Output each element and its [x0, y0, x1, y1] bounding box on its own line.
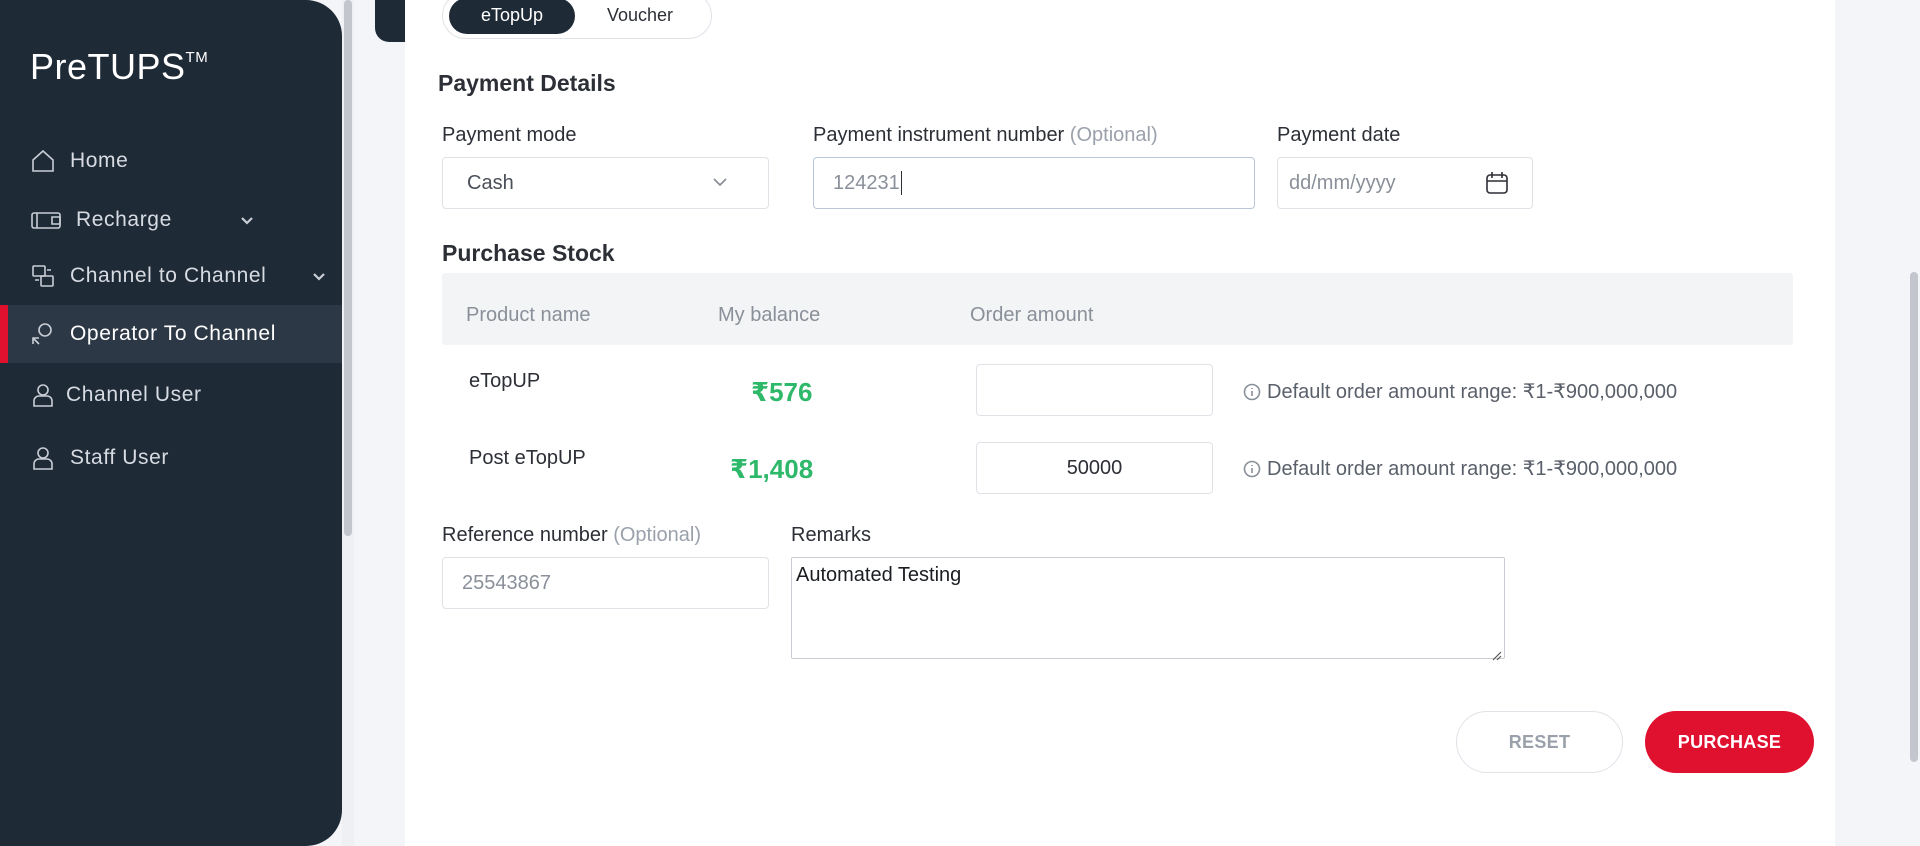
sidebar-item-label: Channel User — [66, 383, 202, 406]
user-icon — [28, 380, 58, 410]
order-amount-input[interactable] — [976, 364, 1213, 416]
user-icon — [28, 443, 58, 473]
reference-number-value: 25543867 — [462, 571, 551, 594]
sidebar-item-recharge[interactable]: Recharge — [0, 191, 342, 249]
wallet-icon — [28, 205, 64, 235]
info-icon — [1243, 383, 1261, 401]
product-balance: ₹576 — [751, 377, 813, 407]
payment-date-input[interactable]: dd/mm/yyyy — [1277, 157, 1533, 209]
sidebar-item-channel-to-channel[interactable]: Channel to Channel — [0, 247, 342, 305]
column-header-order-amount: Order amount — [970, 304, 1094, 326]
payment-mode-select[interactable]: Cash — [442, 157, 769, 209]
sidebar-item-channel-user[interactable]: Channel User — [0, 366, 342, 424]
logo-trademark: TM — [185, 49, 209, 66]
tab-etopup[interactable]: eTopUp — [449, 0, 575, 34]
product-name: Post eTopUP — [469, 447, 586, 469]
logo-text: PreTUPS — [30, 46, 186, 87]
payment-instrument-label: Payment instrument number (Optional) — [813, 124, 1158, 147]
optional-tag: (Optional) — [613, 524, 702, 546]
reference-number-label: Reference number (Optional) — [442, 524, 701, 547]
order-amount-input[interactable]: 50000 — [976, 442, 1213, 494]
optional-tag: (Optional) — [1069, 124, 1158, 146]
reference-number-input[interactable]: 25543867 — [442, 557, 769, 609]
order-amount-hint: Default order amount range: ₹1-₹900,000,… — [1243, 456, 1677, 481]
payment-instrument-input[interactable]: 124231 — [813, 157, 1255, 209]
payment-date-placeholder: dd/mm/yyyy — [1289, 171, 1396, 194]
home-icon — [28, 146, 58, 176]
chevron-down-icon — [710, 172, 730, 192]
remarks-textarea[interactable]: Automated Testing — [791, 557, 1505, 661]
sidebar-item-label: Channel to Channel — [70, 264, 267, 287]
sidebar-item-label: Home — [70, 149, 129, 172]
chevron-down-icon[interactable] — [238, 211, 256, 229]
calendar-icon[interactable] — [1484, 170, 1510, 196]
product-name: eTopUP — [469, 370, 541, 392]
sidebar-item-operator-to-channel[interactable]: Operator To Channel — [0, 305, 342, 363]
sidebar-item-label: Recharge — [76, 208, 172, 231]
payment-date-label: Payment date — [1277, 124, 1401, 146]
payment-instrument-label-text: Payment instrument number — [813, 124, 1065, 146]
column-header-product: Product name — [466, 304, 591, 326]
purchase-button[interactable]: PURCHASE — [1645, 711, 1814, 773]
sidebar-scrollbar-thumb[interactable] — [344, 0, 352, 536]
remarks-value: Automated Testing — [796, 564, 962, 586]
order-amount-hint: Default order amount range: ₹1-₹900,000,… — [1243, 379, 1677, 404]
product-balance: ₹1,408 — [730, 454, 814, 484]
sidebar: PreTUPSTM Home Recharge Channel to Chann… — [0, 0, 342, 846]
order-amount-hint-text: Default order amount range: ₹1-₹900,000,… — [1267, 381, 1678, 403]
info-icon — [1243, 460, 1261, 478]
payment-mode-label: Payment mode — [442, 124, 577, 146]
operator-icon — [28, 319, 58, 349]
sidebar-item-staff-user[interactable]: Staff User — [0, 429, 342, 487]
payment-details-title: Payment Details — [438, 70, 616, 96]
sidebar-item-label: Staff User — [70, 446, 169, 469]
transfer-icon — [28, 261, 58, 291]
app-logo: PreTUPSTM — [30, 46, 208, 88]
tab-voucher[interactable]: Voucher — [575, 0, 705, 34]
payment-instrument-value: 124231 — [833, 171, 900, 194]
product-tabs: eTopUp Voucher — [442, 0, 712, 39]
column-header-balance: My balance — [718, 304, 821, 326]
sidebar-item-home[interactable]: Home — [0, 132, 342, 190]
sidebar-item-label: Operator To Channel — [70, 322, 276, 345]
chevron-down-icon[interactable] — [310, 267, 328, 285]
payment-mode-value: Cash — [467, 171, 514, 194]
remarks-label: Remarks — [791, 524, 872, 546]
reset-button[interactable]: RESET — [1456, 711, 1623, 773]
reference-number-label-text: Reference number — [442, 524, 608, 546]
purchase-stock-title: Purchase Stock — [442, 240, 615, 266]
text-caret — [900, 171, 902, 195]
main-scrollbar-thumb[interactable] — [1910, 272, 1918, 762]
stock-table-header: Product name My balance Order amount — [442, 273, 1793, 345]
order-amount-hint-text: Default order amount range: ₹1-₹900,000,… — [1267, 458, 1678, 480]
resize-handle-icon[interactable] — [1490, 644, 1502, 661]
